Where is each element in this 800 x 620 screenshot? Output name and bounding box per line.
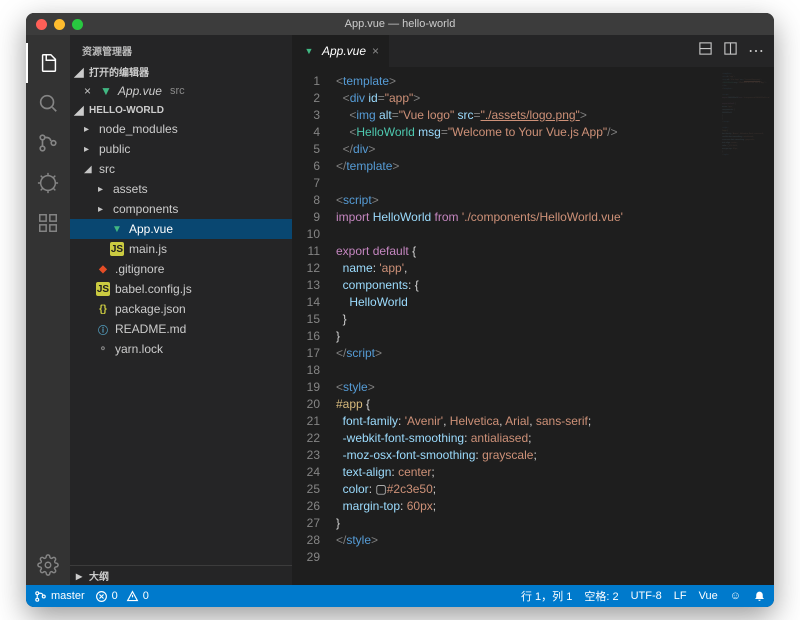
close-icon[interactable]: × <box>372 44 379 58</box>
tab-label: App.vue <box>322 44 366 58</box>
status-cursor[interactable]: 行 1，列 1 <box>521 588 572 604</box>
split-right-icon[interactable] <box>723 41 738 61</box>
status-eol[interactable]: LF <box>674 590 687 602</box>
folder-assets[interactable]: ▸assets <box>70 179 292 199</box>
gear-icon[interactable] <box>26 545 70 585</box>
file-app-vue[interactable]: ▼App.vue <box>70 219 292 239</box>
tab-app-vue[interactable]: ▼ App.vue × <box>292 35 390 67</box>
folder-node-modules[interactable]: ▸node_modules <box>70 119 292 139</box>
vue-icon: ▼ <box>110 222 124 236</box>
outline-label: 大纲 <box>89 568 109 583</box>
status-bar: master 0 0 行 1，列 1 空格: 2 UTF-8 LF Vue ☺ <box>26 585 774 607</box>
status-problems[interactable]: 0 0 <box>95 590 149 603</box>
split-down-icon[interactable] <box>698 41 713 61</box>
bell-icon[interactable] <box>753 590 766 603</box>
js-icon: JS <box>110 242 124 256</box>
open-editor-item[interactable]: × ▼ App.vue src <box>70 81 292 101</box>
editor-group: ▼ App.vue × ⋯ 12345678910111213141516171… <box>292 35 774 585</box>
explorer-sidebar: 资源管理器 ◢打开的编辑器 × ▼ App.vue src ◢HELLO-WOR… <box>70 35 292 585</box>
folder-src[interactable]: ◢src <box>70 159 292 179</box>
status-encoding[interactable]: UTF-8 <box>631 590 662 602</box>
code-editor[interactable]: 1234567891011121314151617181920212223242… <box>292 67 774 585</box>
open-editor-dir: src <box>170 85 185 97</box>
file-gitignore[interactable]: ◆.gitignore <box>70 259 292 279</box>
code-content[interactable]: <template> <div id="app"> <img alt="Vue … <box>330 67 774 585</box>
tab-actions: ⋯ <box>698 35 774 67</box>
section-project[interactable]: ◢HELLO-WORLD <box>70 101 292 119</box>
git-icon: ◆ <box>96 262 110 276</box>
info-icon: ⓘ <box>96 322 110 336</box>
section-open-editors[interactable]: ◢打开的编辑器 <box>70 62 292 81</box>
file-yarn-lock[interactable]: ⚬yarn.lock <box>70 339 292 359</box>
line-gutter: 1234567891011121314151617181920212223242… <box>292 67 330 585</box>
js-icon: JS <box>96 282 110 296</box>
open-editors-label: 打开的编辑器 <box>89 64 149 79</box>
status-feedback[interactable]: ☺ <box>730 590 741 602</box>
window-title: App.vue — hello-world <box>26 18 774 30</box>
json-icon: {} <box>96 302 110 316</box>
source-control-icon[interactable] <box>26 123 70 163</box>
file-package-json[interactable]: {}package.json <box>70 299 292 319</box>
file-tree: ▸node_modules ▸public ◢src ▸assets ▸comp… <box>70 119 292 359</box>
vscode-window: App.vue — hello-world 资源管理器 ◢打开的编辑器 × ▼ … <box>26 13 774 607</box>
titlebar[interactable]: App.vue — hello-world <box>26 13 774 35</box>
file-readme[interactable]: ⓘREADME.md <box>70 319 292 339</box>
more-icon[interactable]: ⋯ <box>748 41 764 61</box>
file-babel-config[interactable]: JSbabel.config.js <box>70 279 292 299</box>
folder-public[interactable]: ▸public <box>70 139 292 159</box>
explorer-icon[interactable] <box>26 43 70 83</box>
section-outline[interactable]: ▸大纲 <box>70 565 292 585</box>
close-icon[interactable]: × <box>84 84 94 98</box>
project-label: HELLO-WORLD <box>89 105 164 116</box>
folder-components[interactable]: ▸components <box>70 199 292 219</box>
status-language[interactable]: Vue <box>699 590 718 602</box>
vue-icon: ▼ <box>302 44 316 58</box>
vue-icon: ▼ <box>100 84 112 98</box>
extensions-icon[interactable] <box>26 203 70 243</box>
status-spaces[interactable]: 空格: 2 <box>584 588 618 604</box>
sidebar-title: 资源管理器 <box>70 35 292 62</box>
debug-icon[interactable] <box>26 163 70 203</box>
status-branch[interactable]: master <box>34 590 85 603</box>
search-icon[interactable] <box>26 83 70 123</box>
file-main-js[interactable]: JSmain.js <box>70 239 292 259</box>
activity-bar <box>26 35 70 585</box>
tab-bar: ▼ App.vue × ⋯ <box>292 35 774 67</box>
open-editor-name: App.vue <box>118 84 162 98</box>
lock-icon: ⚬ <box>96 342 110 356</box>
